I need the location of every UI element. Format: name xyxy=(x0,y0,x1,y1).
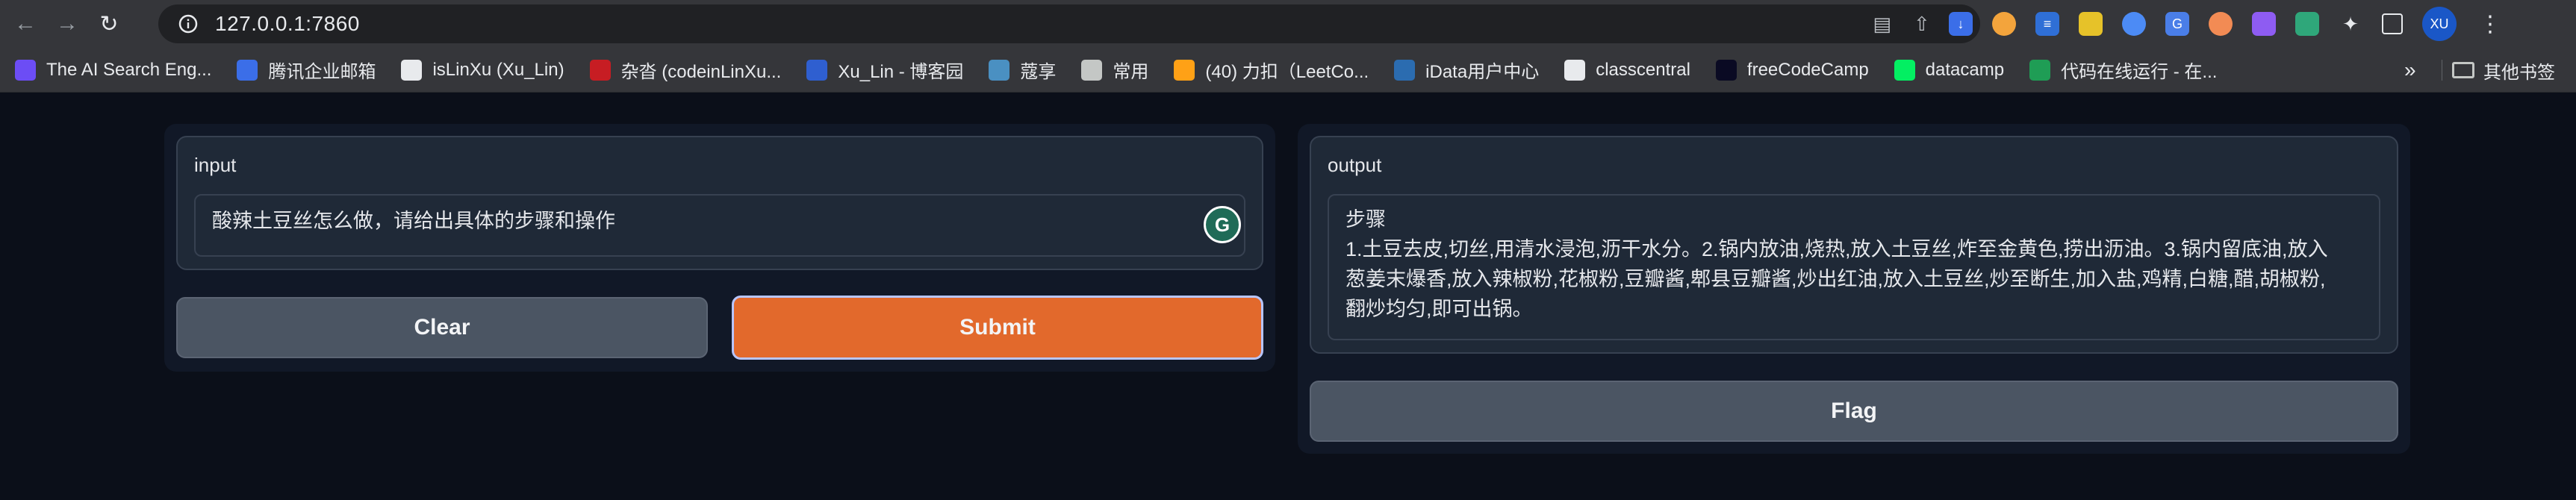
freecodecamp-icon xyxy=(1715,59,1737,81)
bookmarks-bar: The AI Search Eng... 腾讯企业邮箱 isLinXu (Xu_Li… xyxy=(0,48,2576,93)
output-line: 翻炒均匀,即可出锅。 xyxy=(1345,298,1533,320)
github-icon xyxy=(401,59,423,81)
tencent-mail-icon xyxy=(237,59,258,81)
bookmark-label: (40) 力扣（LeetCo... xyxy=(1205,62,1369,82)
output-panel: output 步骤 1.土豆去皮,切丝,用清水浸泡,沥干水分。2.锅内放油,烧热… xyxy=(1298,124,2410,454)
bookmark-item[interactable]: (40) 力扣（LeetCo... xyxy=(1174,57,1369,83)
extension-chat-icon[interactable] xyxy=(2295,12,2319,36)
bookmark-item[interactable]: freeCodeCamp xyxy=(1715,59,1869,81)
folder-icon xyxy=(2452,62,2474,78)
output-line: 1.土豆去皮,切丝,用清水浸泡,沥干水分。2.锅内放油,烧热,放入土豆丝,炸至金… xyxy=(1345,238,2328,260)
output-textbox[interactable]: 步骤 1.土豆去皮,切丝,用清水浸泡,沥干水分。2.锅内放油,烧热,放入土豆丝,… xyxy=(1328,194,2380,340)
submit-button[interactable]: Submit xyxy=(732,296,1263,360)
more-bookmarks-button[interactable]: » xyxy=(2404,48,2416,93)
reload-icon[interactable]: ↻ xyxy=(93,7,125,40)
sidebar-toggle-icon[interactable] xyxy=(2382,13,2403,34)
extensions-puzzle-icon[interactable]: ✦ xyxy=(2339,12,2362,36)
bookmark-item[interactable]: 常用 xyxy=(1081,57,1148,83)
input-text[interactable]: 酸辣土豆丝怎么做，请给出具体的步骤和操作 xyxy=(212,210,615,232)
bookmark-label: Xu_Lin - 博客园 xyxy=(838,62,964,82)
output-label: output xyxy=(1328,154,1382,176)
code-runner-icon xyxy=(2029,59,2051,81)
bookmark-label: 腾讯企业邮箱 xyxy=(268,62,376,82)
grammarly-icon[interactable]: G xyxy=(1204,206,1241,243)
extension-download-icon[interactable]: ↓ xyxy=(1949,12,1973,36)
translate-icon[interactable]: ▤ xyxy=(1873,13,1891,36)
classcentral-icon xyxy=(1564,59,1586,81)
extension-translate-icon[interactable]: G xyxy=(2165,12,2189,36)
other-bookmarks-label: 其他书签 xyxy=(2483,62,2555,83)
output-line: 葱姜末爆香,放入辣椒粉,花椒粉,豆瓣酱,郫县豆瓣酱,炒出红油,放入土豆丝,炒至断… xyxy=(1345,268,2326,290)
bookmark-item[interactable]: 代码在线运行 - 在... xyxy=(2029,57,2217,83)
koushare-icon xyxy=(989,59,1010,81)
bookmark-item[interactable]: 杂沓 (codeinLinXu... xyxy=(589,57,782,83)
bookmark-item[interactable]: classcentral xyxy=(1564,59,1690,81)
url-text[interactable]: 127.0.0.1:7860 xyxy=(215,12,360,36)
bookmark-item[interactable]: iData用户中心 xyxy=(1394,57,1539,83)
input-panel: input 酸辣土豆丝怎么做，请给出具体的步骤和操作 G Clear Submi… xyxy=(164,124,1275,372)
leetcode-icon xyxy=(1174,59,1195,81)
bookmark-label: freeCodeCamp xyxy=(1746,59,1869,80)
folder-icon xyxy=(1081,59,1103,81)
bookmark-item[interactable]: isLinXu (Xu_Lin) xyxy=(401,59,564,81)
bookmark-item[interactable]: Xu_Lin - 博客园 xyxy=(806,57,963,83)
browser-toolbar: ← → ↻ 127.0.0.1:7860 ▤ ⇧ ☆ ↓ ≡ G ✦ XU ⋮ xyxy=(0,0,2576,48)
address-bar[interactable]: 127.0.0.1:7860 ▤ ⇧ ☆ xyxy=(158,4,1980,43)
clear-button[interactable]: Clear xyxy=(176,297,708,358)
browser-menu-icon[interactable]: ⋮ xyxy=(2479,11,2501,37)
bookmark-label: 常用 xyxy=(1113,62,1149,82)
other-bookmarks-folder[interactable]: 其他书签 xyxy=(2452,48,2555,93)
profile-avatar[interactable]: XU xyxy=(2422,7,2457,41)
extension-stack-icon[interactable]: ≡ xyxy=(2035,12,2059,36)
extension-capsule-icon[interactable] xyxy=(2209,12,2233,36)
share-icon[interactable]: ⇧ xyxy=(1914,13,1930,36)
bookmark-label: 代码在线运行 - 在... xyxy=(2061,62,2218,82)
bookmark-label: 蔻享 xyxy=(1020,62,1057,82)
flag-button[interactable]: Flag xyxy=(1310,381,2398,442)
gitee-icon xyxy=(589,59,611,81)
datacamp-icon xyxy=(1894,59,1915,81)
site-info-icon[interactable] xyxy=(169,4,208,43)
ai-search-icon xyxy=(15,59,36,81)
bookmark-label: classcentral xyxy=(1596,59,1690,80)
output-block: output 步骤 1.土豆去皮,切丝,用清水浸泡,沥干水分。2.锅内放油,烧热… xyxy=(1310,136,2398,354)
bookmark-label: The AI Search Eng... xyxy=(46,59,212,80)
back-arrow-icon[interactable]: ← xyxy=(9,7,42,40)
output-heading: 步骤 xyxy=(1345,208,1386,231)
bookmark-item[interactable]: datacamp xyxy=(1894,59,2005,81)
bookmark-item[interactable]: The AI Search Eng... xyxy=(15,59,212,81)
input-block: input 酸辣土豆丝怎么做，请给出具体的步骤和操作 G xyxy=(176,136,1263,270)
extension-globe-icon[interactable] xyxy=(2122,12,2146,36)
bookmark-label: iData用户中心 xyxy=(1425,62,1540,82)
idata-icon xyxy=(1394,59,1416,81)
cnblogs-icon xyxy=(806,59,828,81)
extension-ai-icon[interactable] xyxy=(2252,12,2276,36)
bookmark-label: isLinXu (Xu_Lin) xyxy=(432,59,564,80)
bookmark-label: 杂沓 (codeinLinXu... xyxy=(620,62,782,82)
bookmark-item[interactable]: 腾讯企业邮箱 xyxy=(237,57,376,83)
extension-notes-icon[interactable] xyxy=(2079,12,2103,36)
extension-color-icon[interactable] xyxy=(1992,12,2016,36)
input-textbox[interactable]: 酸辣土豆丝怎么做，请给出具体的步骤和操作 xyxy=(194,194,1245,257)
forward-arrow-icon[interactable]: → xyxy=(51,7,84,40)
bookmark-label: datacamp xyxy=(1925,59,2005,80)
input-label: input xyxy=(194,154,237,176)
bookmark-item[interactable]: 蔻享 xyxy=(989,57,1056,83)
